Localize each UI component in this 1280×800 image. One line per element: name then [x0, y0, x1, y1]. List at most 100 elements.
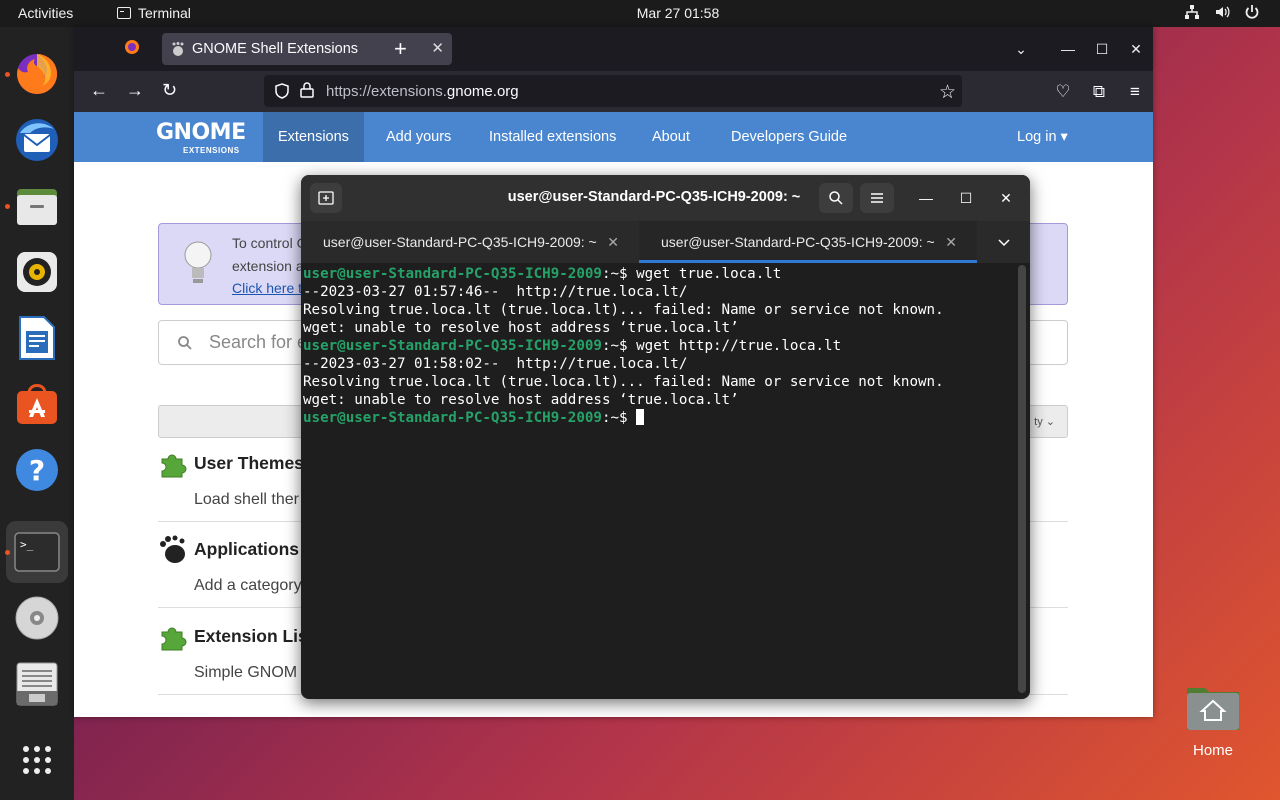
dock-text-editor[interactable] [12, 659, 62, 709]
terminal-output-line: --2023-03-27 01:58:02-- http://true.loca… [303, 355, 1015, 373]
output-text: Resolving true.loca.lt (true.loca.lt)...… [303, 302, 944, 318]
maximize-button[interactable]: ☐ [1085, 41, 1119, 58]
chevron-down-icon[interactable] [997, 235, 1011, 249]
terminal-prompt: user@user-Standard-PC-Q35-ICH9-2009 [303, 266, 602, 282]
gnome-foot-icon [172, 42, 184, 56]
terminal-output[interactable]: user@user-Standard-PC-Q35-ICH9-2009:~$ w… [303, 265, 1015, 695]
close-window-button[interactable]: ✕ [1119, 41, 1153, 58]
network-icon [1185, 5, 1199, 19]
terminal-tab[interactable]: user@user-Standard-PC-Q35-ICH9-2009: ~ ✕ [301, 221, 639, 263]
scrollbar[interactable] [1018, 265, 1026, 693]
nav-about[interactable]: About [652, 112, 690, 162]
search-placeholder: Search for e [209, 332, 308, 352]
prompt-path: :~$ [601, 266, 637, 282]
lock-icon[interactable] [300, 82, 314, 98]
search-button[interactable] [819, 183, 853, 213]
puzzle-piece-icon [161, 627, 187, 651]
extension-description: Add a category [194, 577, 302, 594]
url-text: https://extensions.gnome.org [326, 83, 519, 100]
dock-app-center[interactable] [12, 379, 62, 429]
menu-button[interactable] [860, 183, 894, 213]
output-text: --2023-03-27 01:57:46-- http://true.loca… [303, 284, 688, 300]
gnome-logo[interactable]: GNOME EXTENSIONS [156, 120, 246, 155]
login-link[interactable]: Log in ▾ [1017, 112, 1068, 162]
tracking-shield-icon[interactable] [274, 83, 290, 99]
running-indicator [5, 550, 10, 555]
tab-title: GNOME Shell Extensions [192, 41, 359, 57]
command-text: wget http://true.loca.lt [636, 338, 842, 354]
system-tray[interactable] [1184, 4, 1260, 20]
running-indicator [5, 72, 10, 77]
dock-rhythmbox[interactable] [12, 247, 62, 297]
nav-extensions[interactable]: Extensions [263, 112, 364, 162]
terminal-output-line: Resolving true.loca.lt (true.loca.lt)...… [303, 373, 1015, 391]
hamburger-menu-icon [871, 193, 883, 203]
hamburger-menu-icon[interactable]: ≡ [1117, 82, 1153, 102]
dock-writer[interactable] [12, 313, 62, 363]
sort-dropdown[interactable]: ty ⌄ [1034, 415, 1055, 428]
dock-help[interactable]: ? [12, 445, 62, 495]
banner-link[interactable]: Click here t [232, 280, 302, 296]
svg-text:?: ? [29, 454, 45, 487]
tab-close-icon[interactable]: ✕ [607, 221, 619, 263]
address-bar[interactable]: https://extensions.gnome.org ☆ [264, 75, 962, 107]
terminal-headerbar: user@user-Standard-PC-Q35-ICH9-2009: ~ —… [301, 175, 1030, 221]
tab-close-icon[interactable]: ✕ [945, 221, 957, 263]
search-icon [178, 336, 192, 350]
dock-optical-drive[interactable] [12, 593, 62, 643]
search-icon [829, 191, 843, 205]
pocket-icon[interactable]: ♡ [1045, 82, 1081, 102]
nav-developers-guide[interactable]: Developers Guide [731, 112, 847, 162]
bookmark-star-icon[interactable]: ☆ [939, 81, 956, 104]
dock-terminal[interactable]: >_ [12, 527, 62, 577]
home-folder-icon [1185, 682, 1241, 732]
terminal-tab-label: user@user-Standard-PC-Q35-ICH9-2009: ~ [323, 234, 597, 250]
grid-icon [23, 746, 51, 774]
thunderbird-icon [16, 119, 58, 161]
desktop-home-folder[interactable]: Home [1180, 682, 1246, 759]
extension-title[interactable]: Applications [194, 539, 299, 560]
gnome-site-nav: GNOME EXTENSIONS Extensions Add yours In… [74, 112, 1153, 162]
firefox-icon [17, 53, 58, 94]
forward-button[interactable]: → [126, 80, 144, 101]
terminal-command-line: user@user-Standard-PC-Q35-ICH9-2009:~$ w… [303, 265, 1015, 283]
terminal-output-line: wget: unable to resolve host address ‘tr… [303, 391, 1015, 409]
terminal-tab-active[interactable]: user@user-Standard-PC-Q35-ICH9-2009: ~ ✕ [639, 221, 977, 263]
minimize-button[interactable]: — [911, 183, 941, 213]
nav-add-yours[interactable]: Add yours [386, 112, 451, 162]
extension-title[interactable]: Extension Lis [194, 626, 308, 647]
list-all-tabs-button[interactable]: ⌄ [991, 41, 1051, 58]
terminal-command-line: user@user-Standard-PC-Q35-ICH9-2009:~$ [303, 409, 1015, 427]
banner-line-1: To control G [232, 235, 308, 251]
rhythmbox-icon [17, 252, 57, 292]
terminal-command-line: user@user-Standard-PC-Q35-ICH9-2009:~$ w… [303, 337, 1015, 355]
minimize-button[interactable]: — [1051, 41, 1085, 57]
nav-installed-extensions[interactable]: Installed extensions [489, 112, 616, 162]
command-text: wget true.loca.lt [636, 266, 782, 282]
back-button[interactable]: ← [90, 80, 108, 101]
firefox-view-tab[interactable] [124, 39, 140, 60]
dock: ? >_ [0, 27, 74, 800]
tab-close-icon[interactable]: ✕ [431, 39, 444, 57]
lightbulb-icon [184, 241, 212, 283]
new-tab-button[interactable]: + [394, 36, 407, 62]
puzzle-piece-icon [161, 454, 187, 478]
home-label: Home [1192, 742, 1233, 759]
dock-firefox[interactable] [12, 48, 62, 98]
dock-files[interactable] [12, 181, 62, 231]
extension-description: Load shell ther [194, 491, 299, 508]
close-button[interactable]: ✕ [991, 183, 1021, 213]
extensions-icon[interactable]: ⧉ [1081, 82, 1117, 102]
clock[interactable]: Mar 27 01:58 [0, 5, 1280, 21]
extension-title[interactable]: User Themes [194, 453, 304, 474]
terminal-prompt: user@user-Standard-PC-Q35-ICH9-2009 [303, 410, 602, 426]
output-text: --2023-03-27 01:58:02-- http://true.loca… [303, 356, 688, 372]
tab-gnome-extensions[interactable]: GNOME Shell Extensions ✕ [162, 33, 452, 65]
extension-description: Simple GNOM [194, 664, 298, 681]
maximize-button[interactable]: ☐ [951, 183, 981, 213]
terminal-output-line: --2023-03-27 01:57:46-- http://true.loca… [303, 283, 1015, 301]
gnome-foot-icon [160, 535, 185, 563]
dock-thunderbird[interactable] [12, 115, 62, 165]
show-apps-button[interactable] [12, 735, 62, 785]
reload-button[interactable]: ↻ [162, 80, 177, 101]
